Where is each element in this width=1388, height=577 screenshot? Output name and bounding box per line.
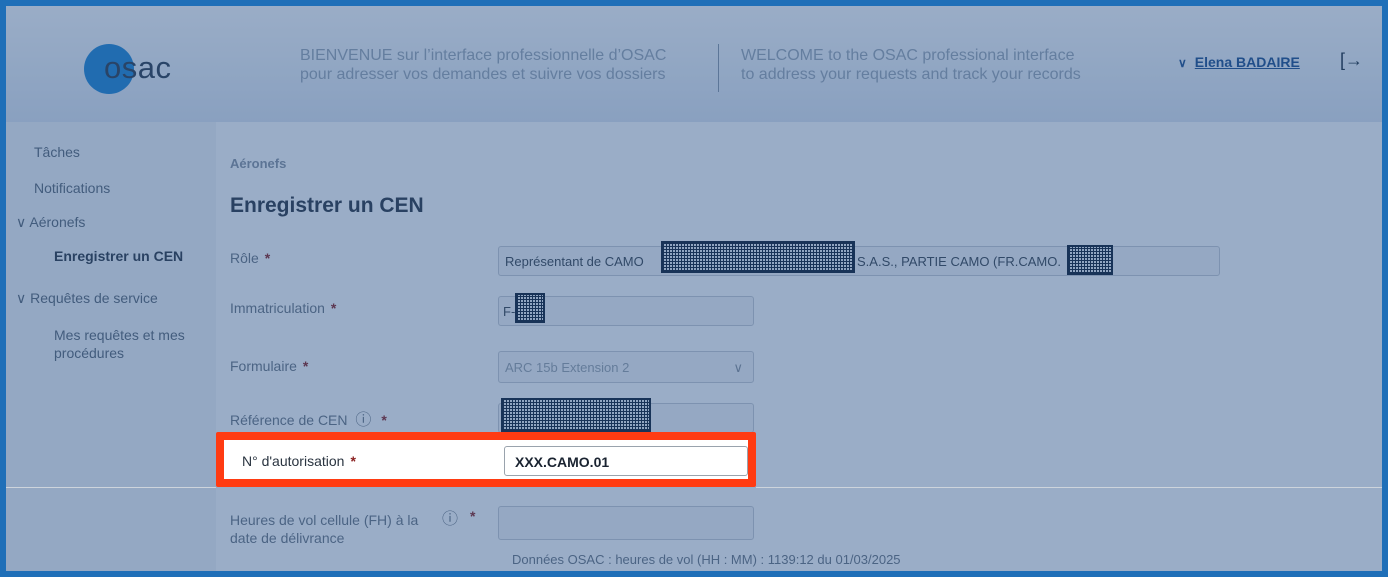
header: osac BIENVENUE sur l’interface professio… xyxy=(6,6,1382,122)
welcome-message-fr: BIENVENUE sur l’interface professionnell… xyxy=(300,46,666,84)
formulaire-select[interactable]: ARC 15b Extension 2 ∨ xyxy=(498,351,754,383)
sidebar-item-label: Aéronefs xyxy=(29,214,86,230)
row-divider xyxy=(756,487,1382,488)
app-window: osac BIENVENUE sur l’interface professio… xyxy=(6,6,1382,571)
sidebar-item-label: Requêtes de service xyxy=(30,290,158,306)
osac-logo[interactable]: osac xyxy=(84,44,204,94)
authorization-row: N° d'autorisation * XXX.CAMO.01 xyxy=(224,440,748,479)
chevron-down-icon: ∨ xyxy=(1178,56,1187,70)
immatriculation-label: Immatriculation * xyxy=(230,300,337,316)
role-value-prefix: Représentant de CAMO xyxy=(505,254,644,269)
user-name-link[interactable]: Elena BADAIRE xyxy=(1195,54,1300,70)
role-value-suffix: S.A.S., PARTIE CAMO (FR.CAMO. xyxy=(857,254,1061,269)
role-field[interactable]: Représentant de CAMO S.A.S., PARTIE CAMO… xyxy=(498,241,1220,276)
user-menu[interactable]: ∨ Elena BADAIRE xyxy=(1178,54,1300,70)
sidebar-item-mes-requetes[interactable]: Mes requêtes et mes procédures xyxy=(54,326,185,362)
hours-input[interactable] xyxy=(498,506,754,540)
role-label: Rôle * xyxy=(230,250,271,266)
header-divider xyxy=(718,44,719,92)
welcome-message-en: WELCOME to the OSAC professional interfa… xyxy=(741,46,1081,84)
immatriculation-field[interactable]: F- xyxy=(498,293,754,326)
chevron-down-icon: ∨ xyxy=(733,360,743,375)
welcome-fr-line2: pour adresser vos demandes et suivre vos… xyxy=(300,66,666,83)
redaction-block xyxy=(501,398,651,432)
cen-reference-label: Référence de CEN ⓘ * xyxy=(230,412,387,429)
redaction-block xyxy=(515,293,545,323)
sidebar-item-requetes-service[interactable]: ∨ Requêtes de service xyxy=(16,290,158,307)
osac-data-note: Données OSAC : heures de vol (HH : MM) :… xyxy=(512,552,901,567)
sidebar-item-label-line1: Mes requêtes et mes xyxy=(54,327,185,343)
chevron-down-icon: ∨ xyxy=(16,290,27,306)
authorization-number-input[interactable]: XXX.CAMO.01 xyxy=(504,446,748,476)
sidebar-item-aeronefs[interactable]: ∨ Aéronefs xyxy=(16,214,85,231)
redaction-block xyxy=(1067,245,1113,275)
welcome-en-line1: WELCOME to the OSAC professional interfa… xyxy=(741,47,1075,64)
main-content: Aéronefs Enregistrer un CEN Rôle * Représ… xyxy=(216,122,1382,571)
welcome-fr-line1: BIENVENUE sur l’interface professionnell… xyxy=(300,47,667,64)
sidebar-item-notifications[interactable]: Notifications xyxy=(34,180,110,196)
breadcrumb[interactable]: Aéronefs xyxy=(230,156,286,171)
sidebar-item-label-line2: procédures xyxy=(54,345,125,361)
logo-text: osac xyxy=(104,50,172,85)
welcome-en-line2: to address your requests and track your … xyxy=(741,66,1081,83)
info-icon[interactable]: ⓘ xyxy=(442,505,458,529)
formulaire-label: Formulaire * xyxy=(230,358,309,374)
immatriculation-value: F- xyxy=(503,304,516,319)
cen-reference-field[interactable] xyxy=(498,398,754,433)
info-icon[interactable]: ⓘ xyxy=(355,412,371,429)
logout-icon[interactable]: [→ xyxy=(1340,50,1363,71)
sidebar-item-taches[interactable]: Tâches xyxy=(34,144,80,160)
page-title: Enregistrer un CEN xyxy=(230,194,424,217)
sidebar: Tâches Notifications ∨ Aéronefs Enregist… xyxy=(6,122,216,571)
redaction-block xyxy=(661,241,855,273)
required-marker: * xyxy=(470,508,476,524)
hours-label: Heures de vol cellule (FH) à la date de … xyxy=(230,512,419,546)
sidebar-item-enregistrer-cen[interactable]: Enregistrer un CEN xyxy=(54,248,183,264)
chevron-down-icon: ∨ xyxy=(16,214,27,230)
formulaire-value: ARC 15b Extension 2 xyxy=(505,360,630,375)
authorization-label: N° d'autorisation * xyxy=(242,453,356,469)
row-divider xyxy=(6,487,216,488)
highlight-frame: N° d'autorisation * XXX.CAMO.01 xyxy=(216,432,756,487)
